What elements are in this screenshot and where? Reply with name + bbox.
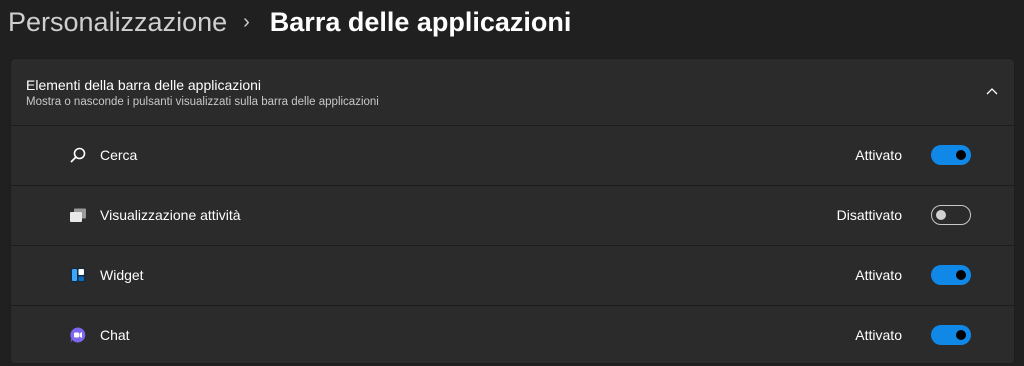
setting-state-task-view: Disattivato [836, 207, 902, 223]
breadcrumb: Personalizzazione › Barra delle applicaz… [8, 2, 571, 42]
setting-row-search: Cerca Attivato [11, 126, 1014, 186]
setting-state-widgets: Attivato [855, 267, 902, 283]
setting-row-chat: Chat Attivato [11, 306, 1014, 363]
widgets-icon [69, 266, 87, 284]
setting-label-search: Cerca [100, 147, 138, 163]
setting-label-widgets: Widget [100, 267, 144, 283]
setting-row-widgets: Widget Attivato [11, 246, 1014, 306]
chat-icon [69, 326, 87, 344]
task-view-icon [69, 206, 87, 224]
page-title: Barra delle applicazioni [269, 6, 572, 37]
setting-label-chat: Chat [100, 327, 130, 343]
chat-toggle[interactable] [931, 325, 971, 345]
section-header[interactable]: Elementi della barra delle applicazioni … [11, 59, 1014, 126]
setting-label-task-view: Visualizzazione attività [100, 207, 241, 223]
task-view-toggle[interactable] [931, 205, 971, 225]
search-toggle[interactable] [931, 145, 971, 165]
widgets-toggle[interactable] [931, 265, 971, 285]
taskbar-items-card: Elementi della barra delle applicazioni … [10, 58, 1015, 364]
section-title: Elementi della barra delle applicazioni [26, 77, 262, 93]
chevron-up-icon[interactable] [982, 81, 1002, 101]
setting-state-search: Attivato [855, 147, 902, 163]
setting-row-task-view: Visualizzazione attività Disattivato [11, 186, 1014, 246]
breadcrumb-separator: › [243, 10, 250, 33]
setting-state-chat: Attivato [855, 327, 902, 343]
search-icon [69, 146, 87, 164]
section-subtitle: Mostra o nasconde i pulsanti visualizzat… [26, 96, 379, 108]
breadcrumb-parent[interactable]: Personalizzazione [8, 7, 227, 38]
